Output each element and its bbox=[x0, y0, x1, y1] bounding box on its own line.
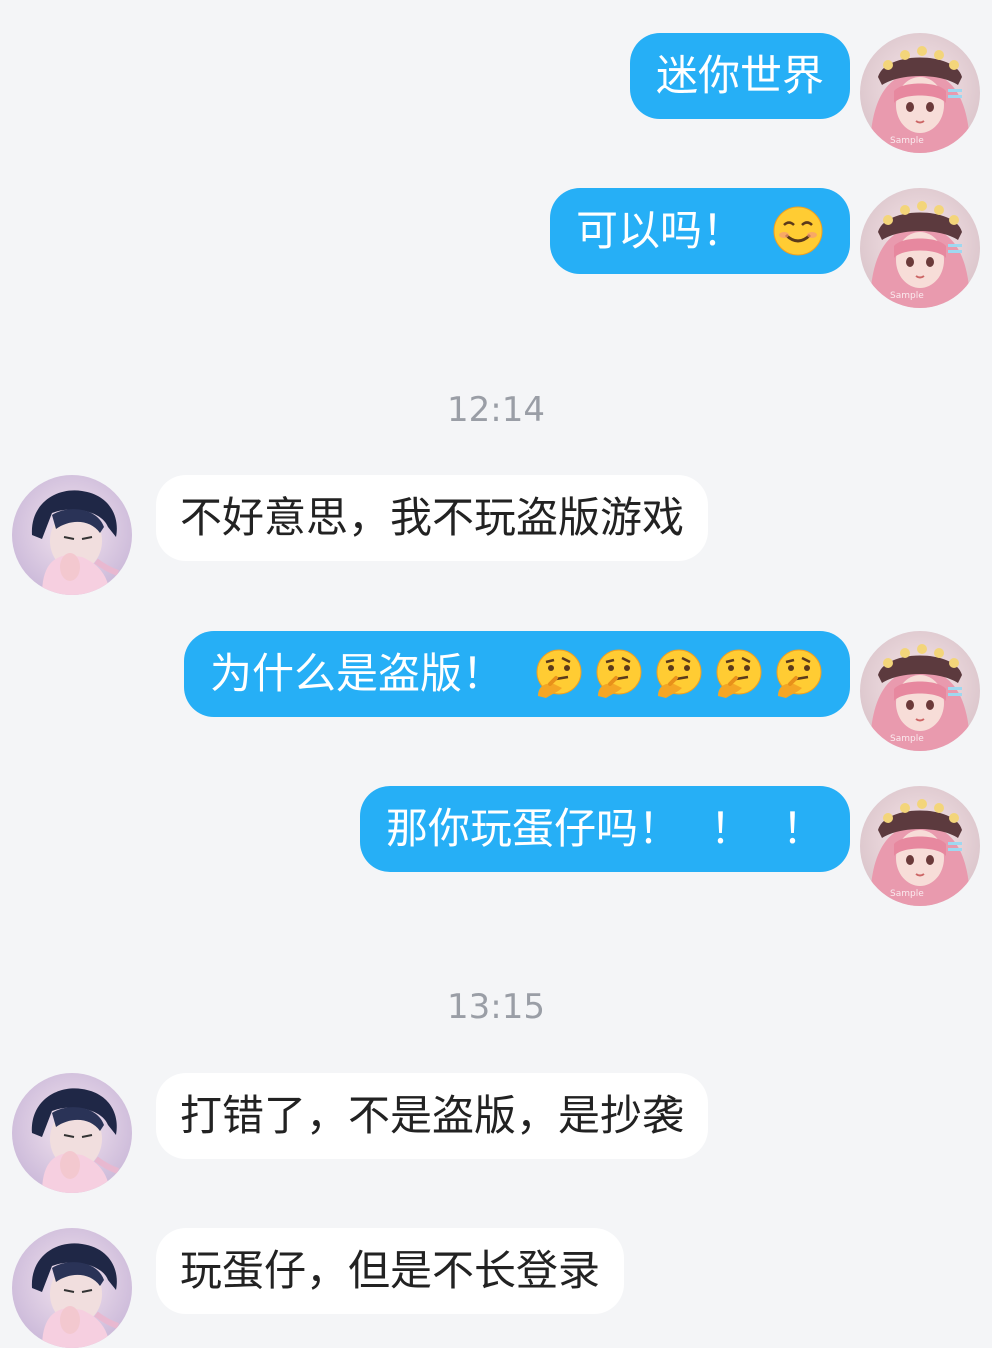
message-bubble-outgoing[interactable]: 迷你世界 bbox=[629, 33, 850, 119]
girl-avatar-icon bbox=[860, 33, 980, 153]
thinking-face-icon bbox=[532, 648, 584, 700]
message-text-extra: ！ bbox=[709, 804, 752, 853]
my-avatar[interactable] bbox=[860, 631, 980, 751]
message-text-extra: ！ bbox=[781, 804, 824, 853]
message-text: 打错了，不是盗版，是抄袭 bbox=[180, 1091, 685, 1140]
boy-avatar-icon bbox=[12, 475, 132, 595]
contact-avatar[interactable] bbox=[12, 1228, 132, 1348]
message-bubble-outgoing[interactable]: 为什么是盗版！ bbox=[183, 631, 850, 717]
thinking-face-icon bbox=[772, 648, 824, 700]
message-bubble-incoming[interactable]: 玩蛋仔，但是不长登录 bbox=[156, 1228, 625, 1314]
timestamp: 12:14 bbox=[447, 390, 545, 430]
message-bubble-outgoing[interactable]: 那你玩蛋仔吗！ ！ ！ bbox=[359, 786, 850, 872]
message-text: 那你玩蛋仔吗！ bbox=[385, 804, 680, 853]
girl-avatar-icon bbox=[860, 188, 980, 308]
boy-avatar-icon bbox=[12, 1228, 132, 1348]
my-avatar[interactable] bbox=[860, 33, 980, 153]
thinking-face-icon bbox=[652, 648, 704, 700]
contact-avatar[interactable] bbox=[12, 1073, 132, 1193]
thinking-face-icon bbox=[712, 648, 764, 700]
smiling-face-icon bbox=[772, 205, 824, 257]
thinking-face-icon bbox=[592, 648, 644, 700]
timestamp: 13:15 bbox=[447, 987, 545, 1027]
message-text: 为什么是盗版！ bbox=[209, 649, 504, 698]
emoji-group bbox=[772, 205, 824, 257]
message-bubble-incoming[interactable]: 打错了，不是盗版，是抄袭 bbox=[156, 1073, 709, 1159]
contact-avatar[interactable] bbox=[12, 475, 132, 595]
boy-avatar-icon bbox=[12, 1073, 132, 1193]
message-bubble-outgoing[interactable]: 可以吗！ bbox=[549, 188, 850, 274]
my-avatar[interactable] bbox=[860, 188, 980, 308]
my-avatar[interactable] bbox=[860, 786, 980, 906]
message-bubble-incoming[interactable]: 不好意思，我不玩盗版游戏 bbox=[156, 475, 709, 561]
emoji-group bbox=[532, 648, 824, 700]
girl-avatar-icon bbox=[860, 631, 980, 751]
message-text: 玩蛋仔，但是不长登录 bbox=[180, 1246, 601, 1295]
message-text: 迷你世界 bbox=[655, 51, 824, 100]
message-text: 可以吗！ bbox=[575, 206, 744, 255]
message-text: 不好意思，我不玩盗版游戏 bbox=[180, 493, 685, 542]
girl-avatar-icon bbox=[860, 786, 980, 906]
